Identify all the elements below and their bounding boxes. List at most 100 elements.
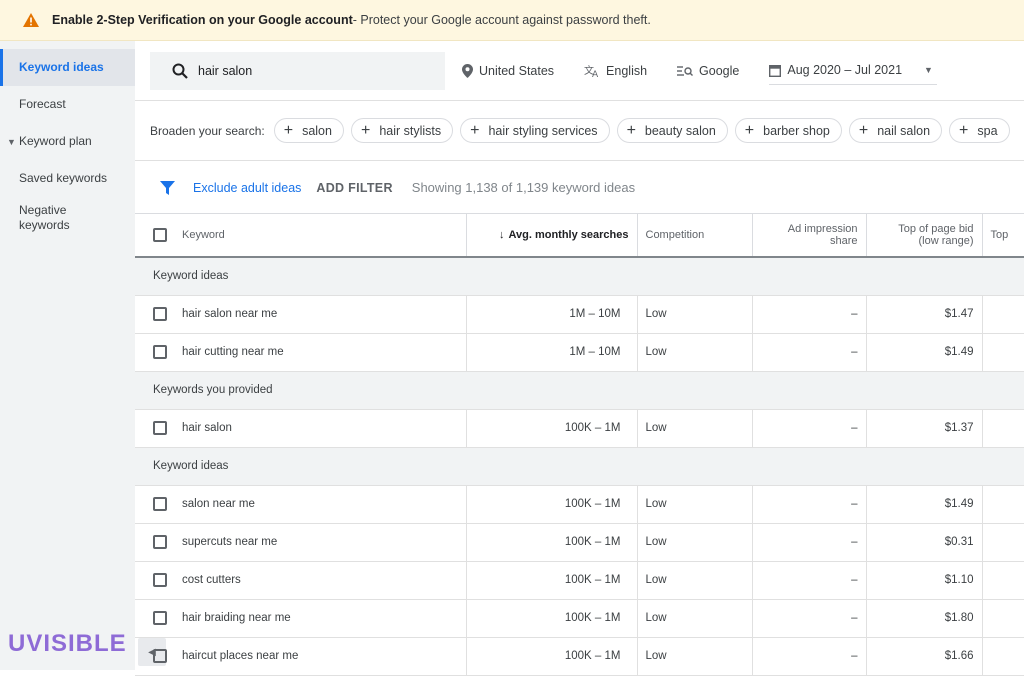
language-selector[interactable]: 文A English bbox=[584, 64, 647, 78]
date-range-selector[interactable]: Aug 2020 – Jul 2021 ▼ bbox=[769, 57, 937, 85]
keyword-text: salon near me bbox=[182, 498, 255, 511]
row-checkbox[interactable] bbox=[153, 573, 167, 587]
keyword-cell: hair braiding near me bbox=[135, 599, 467, 638]
sidebar: Keyword ideas Forecast ▼ Keyword plan Sav… bbox=[0, 41, 135, 670]
row-checkbox[interactable] bbox=[153, 345, 167, 359]
bid-cell: $1.47 bbox=[866, 295, 983, 334]
row-checkbox[interactable] bbox=[153, 497, 167, 511]
column-header-keyword[interactable]: Keyword bbox=[135, 214, 467, 258]
group-label: Keyword ideas bbox=[135, 447, 1024, 486]
row-checkbox[interactable] bbox=[153, 649, 167, 663]
group-row: Keyword ideas bbox=[135, 257, 1024, 296]
bid-cell: $0.31 bbox=[866, 523, 983, 562]
uvisible-logo: UVISIBLE bbox=[8, 630, 127, 657]
keyword-cell: haircut places near me bbox=[135, 637, 467, 676]
location-selector[interactable]: United States bbox=[462, 63, 554, 78]
sidebar-item-forecast[interactable]: Forecast bbox=[0, 86, 135, 123]
search-value: hair salon bbox=[198, 63, 253, 78]
chip-label: hair stylists bbox=[379, 123, 442, 138]
chip-beauty-salon[interactable]: + beauty salon bbox=[616, 118, 728, 143]
chip-nail-salon[interactable]: + nail salon bbox=[848, 118, 943, 143]
plus-icon: + bbox=[283, 121, 294, 139]
column-header-competition[interactable]: Competition bbox=[637, 214, 753, 258]
overflow-cell bbox=[982, 485, 1024, 524]
keyword-text: hair salon bbox=[182, 422, 232, 435]
row-checkbox[interactable] bbox=[153, 307, 167, 321]
table-row[interactable]: salon near me 100K – 1M Low – $1.49 bbox=[135, 485, 1024, 524]
header-label: Top bbox=[990, 229, 1009, 241]
filter-icon[interactable] bbox=[160, 180, 175, 195]
network-search-icon bbox=[677, 65, 694, 76]
sidebar-item-label: Keyword plan bbox=[19, 134, 92, 148]
table-row[interactable]: cost cutters 100K – 1M Low – $1.10 bbox=[135, 561, 1024, 600]
competition-cell: Low bbox=[637, 523, 753, 562]
impression-cell: – bbox=[752, 333, 867, 372]
bid-cell: $1.49 bbox=[866, 333, 983, 372]
overflow-cell bbox=[982, 409, 1024, 448]
chip-hair-stylists[interactable]: + hair stylists bbox=[350, 118, 454, 143]
searches-cell: 100K – 1M bbox=[466, 409, 638, 448]
date-range-label: Aug 2020 – Jul 2021 bbox=[787, 63, 903, 77]
header-label: Ad impression bbox=[787, 223, 858, 235]
table-row[interactable]: hair braiding near me 100K – 1M Low – $1… bbox=[135, 599, 1024, 638]
row-checkbox[interactable] bbox=[153, 611, 167, 625]
plus-icon: + bbox=[360, 121, 371, 139]
warning-icon bbox=[23, 13, 39, 27]
searches-cell: 100K – 1M bbox=[466, 523, 638, 562]
column-header-top-bid-low[interactable]: Top of page bid (low range) bbox=[866, 214, 983, 258]
chip-hair-styling-services[interactable]: + hair styling services bbox=[460, 118, 610, 143]
keyword-text: hair braiding near me bbox=[182, 612, 291, 625]
keyword-text: cost cutters bbox=[182, 574, 241, 587]
table-row[interactable]: haircut places near me 100K – 1M Low – $… bbox=[135, 637, 1024, 676]
plus-icon: + bbox=[858, 121, 869, 139]
chip-salon[interactable]: + salon bbox=[273, 118, 344, 143]
table-row[interactable]: hair cutting near me 1M – 10M Low – $1.4… bbox=[135, 333, 1024, 372]
select-all-checkbox[interactable] bbox=[153, 228, 167, 242]
searches-cell: 100K – 1M bbox=[466, 637, 638, 676]
row-checkbox[interactable] bbox=[153, 535, 167, 549]
chip-barber-shop[interactable]: + barber shop bbox=[734, 118, 842, 143]
sidebar-item-keyword-plan[interactable]: ▼ Keyword plan bbox=[0, 123, 135, 160]
sidebar-item-keyword-ideas[interactable]: Keyword ideas bbox=[0, 49, 135, 86]
keyword-text: hair salon near me bbox=[182, 308, 278, 321]
sidebar-item-negative-keywords[interactable]: Negative keywords bbox=[0, 197, 80, 235]
svg-text:A: A bbox=[592, 70, 599, 78]
row-checkbox[interactable] bbox=[153, 421, 167, 435]
searches-cell: 1M – 10M bbox=[466, 333, 638, 372]
overflow-cell bbox=[982, 333, 1024, 372]
banner-title[interactable]: Enable 2-Step Verification on your Googl… bbox=[52, 13, 353, 27]
competition-cell: Low bbox=[637, 333, 753, 372]
bid-cell: $1.80 bbox=[866, 599, 983, 638]
keyword-cell: supercuts near me bbox=[135, 523, 467, 562]
keyword-cell: hair salon near me bbox=[135, 295, 467, 334]
searches-cell: 100K – 1M bbox=[466, 561, 638, 600]
plus-icon: + bbox=[959, 121, 969, 139]
competition-cell: Low bbox=[637, 409, 753, 448]
column-header-ad-impression[interactable]: Ad impression share bbox=[752, 214, 867, 258]
column-header-top-bid-high[interactable]: Top bbox=[982, 214, 1024, 258]
network-selector[interactable]: Google bbox=[677, 64, 739, 78]
chip-spa[interactable]: + spa bbox=[949, 118, 1010, 143]
chip-label: barber shop bbox=[763, 123, 830, 138]
impression-cell: – bbox=[752, 599, 867, 638]
header-label: Keyword bbox=[182, 228, 225, 241]
header-label: Competition bbox=[645, 229, 705, 241]
keyword-cell: salon near me bbox=[135, 485, 467, 524]
exclude-adult-filter[interactable]: Exclude adult ideas bbox=[193, 181, 301, 195]
group-row: Keyword ideas bbox=[135, 447, 1024, 486]
add-filter-button[interactable]: ADD FILTER bbox=[316, 181, 392, 195]
table-row[interactable]: hair salon 100K – 1M Low – $1.37 bbox=[135, 409, 1024, 448]
search-input[interactable]: hair salon bbox=[150, 51, 445, 90]
location-pin-icon bbox=[462, 63, 473, 78]
table-row[interactable]: hair salon near me 1M – 10M Low – $1.47 bbox=[135, 295, 1024, 334]
chip-label: spa bbox=[977, 123, 998, 138]
results-count: Showing 1,138 of 1,139 keyword ideas bbox=[411, 180, 636, 195]
chip-label: hair styling services bbox=[488, 123, 598, 138]
competition-cell: Low bbox=[637, 637, 753, 676]
table-row[interactable]: supercuts near me 100K – 1M Low – $0.31 bbox=[135, 523, 1024, 562]
overflow-cell bbox=[982, 561, 1024, 600]
column-header-avg-searches[interactable]: ↓ Avg. monthly searches bbox=[466, 214, 638, 258]
sidebar-item-saved-keywords[interactable]: Saved keywords bbox=[0, 160, 135, 197]
impression-cell: – bbox=[752, 409, 867, 448]
translate-icon: 文A bbox=[584, 64, 599, 78]
